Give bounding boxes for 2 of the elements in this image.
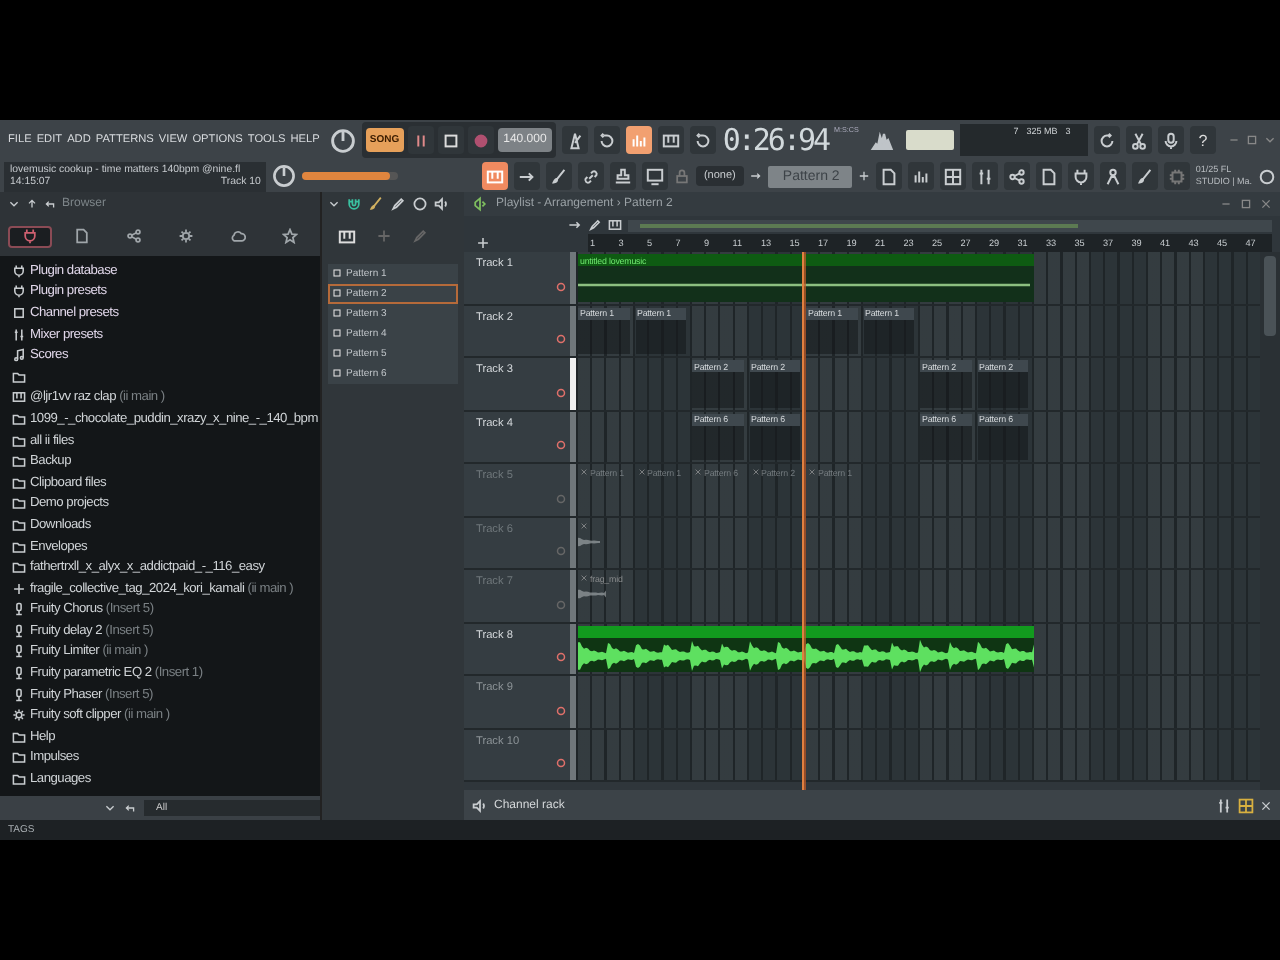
help-button[interactable]: ?	[1190, 126, 1216, 154]
time-display: 0:26:94	[722, 125, 829, 155]
